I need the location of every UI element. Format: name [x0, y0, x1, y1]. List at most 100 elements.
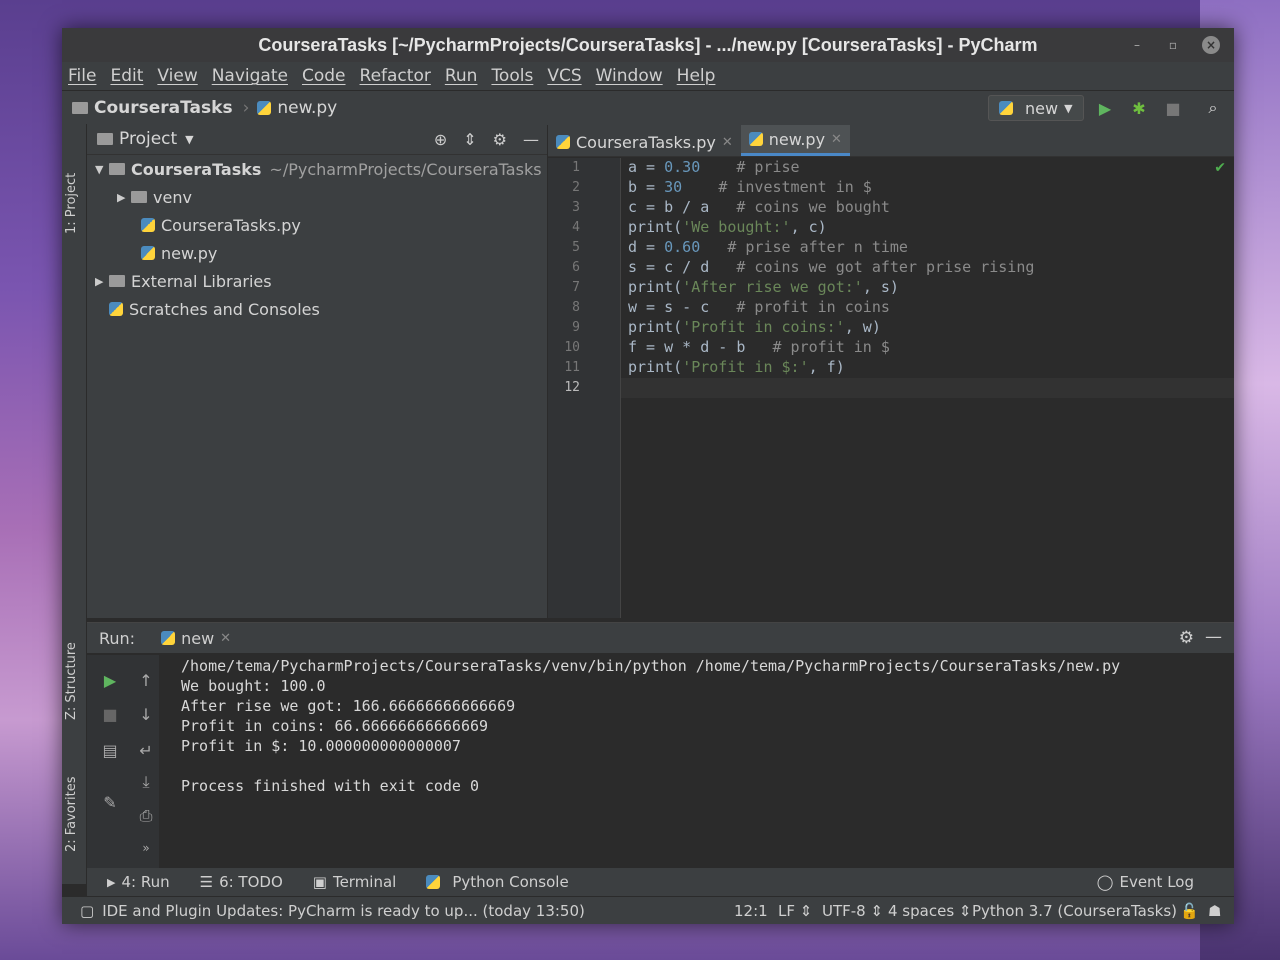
folder-icon [72, 102, 88, 114]
menu-run[interactable]: Run [445, 66, 478, 86]
locate-icon[interactable]: ⊕ [434, 130, 447, 149]
run-toolbar: ▶ ↑ ■ ↓ ▤ ↵ ⤓ ✎ ⎙ » [87, 655, 159, 869]
hide-icon[interactable]: — [523, 130, 539, 149]
scroll-to-end-icon[interactable]: ⤓ [135, 771, 157, 793]
left-tool-strip: 1: Project Z: Structure 2: Favorites [62, 124, 87, 884]
toggle-tool-windows-icon[interactable]: ▢ [80, 902, 94, 920]
close-tab-icon[interactable]: ✕ [831, 132, 842, 147]
tab-python-console[interactable]: Python Console [426, 873, 569, 891]
code-line: s = c / d # coins we got after prise ris… [628, 258, 1035, 276]
event-log-icon: ◯ [1096, 873, 1114, 891]
rerun-icon[interactable]: ▶ [99, 669, 121, 691]
console-output[interactable]: /home/tema/PycharmProjects/CourseraTasks… [181, 657, 1224, 797]
file-encoding[interactable]: UTF-8 ⇕ [822, 902, 883, 920]
tab-favorites[interactable]: 2: Favorites [64, 776, 79, 852]
layout-icon[interactable]: ▤ [99, 739, 121, 761]
run-icon[interactable]: ▶ [1094, 97, 1116, 119]
more-icon[interactable]: » [135, 837, 157, 859]
line-separator[interactable]: LF ⇕ [778, 902, 812, 920]
expand-right-icon[interactable]: ▶ [95, 275, 109, 288]
code-editor: CourseraTasks.py ✕ new.py ✕ 1 2 3 4 5 6 … [548, 124, 1234, 618]
menu-code[interactable]: Code [302, 66, 346, 86]
menu-file[interactable]: File [68, 66, 96, 86]
menu-tools[interactable]: Tools [491, 66, 533, 86]
menu-window[interactable]: Window [596, 66, 663, 86]
tree-item-external-libraries[interactable]: ▶ External Libraries [87, 267, 547, 295]
close-icon[interactable]: × [1202, 36, 1220, 54]
expand-down-icon[interactable]: ▼ [95, 163, 109, 176]
minimize-icon[interactable]: – [1128, 36, 1146, 54]
folder-icon [131, 191, 147, 203]
todo-icon: ☰ [199, 873, 214, 891]
project-panel-header: Project ▼ ⊕ ⇕ ⚙ — [87, 124, 547, 155]
tab-new-py[interactable]: new.py ✕ [740, 125, 850, 156]
event-log-button[interactable]: ◯ Event Log [1097, 873, 1194, 891]
status-bar: ▢ IDE and Plugin Updates: PyCharm is rea… [62, 896, 1234, 924]
tab-terminal[interactable]: ▣ Terminal [313, 873, 397, 891]
stop-icon[interactable]: ■ [99, 703, 121, 725]
tree-item-scratches[interactable]: Scratches and Consoles [87, 295, 547, 323]
breadcrumb-file[interactable]: new.py [257, 98, 337, 118]
tree-item-courseratasks-py[interactable]: CourseraTasks.py [87, 211, 547, 239]
menu-navigate[interactable]: Navigate [212, 66, 288, 86]
search-icon[interactable]: ⌕ [1202, 97, 1224, 119]
pin-icon[interactable]: ✎ [99, 791, 121, 813]
tree-item-venv[interactable]: ▶ venv [87, 183, 547, 211]
python-file-icon [748, 132, 763, 146]
code-line: print('Profit in coins:', w) [628, 318, 881, 336]
run-tab-new[interactable]: new [181, 629, 214, 648]
menu-view[interactable]: View [157, 66, 197, 86]
menu-edit[interactable]: Edit [110, 66, 143, 86]
code-line: w = s - c # profit in coins [628, 298, 890, 316]
code-line: print('Profit in $:', f) [628, 358, 845, 376]
up-arrow-icon[interactable]: ↑ [135, 669, 157, 691]
code-line: d = 0.60 # prise after n time [628, 238, 908, 256]
menu-vcs[interactable]: VCS [547, 66, 581, 86]
tab-run[interactable]: ▶ 4: Run [107, 873, 170, 891]
soft-wrap-icon[interactable]: ↵ [135, 739, 157, 761]
run-tool-window: Run: new ✕ ⚙ — ▶ ↑ ■ ↓ ▤ ↵ ⤓ ✎ ⎙ » /home… [87, 622, 1234, 869]
close-tab-icon[interactable]: ✕ [220, 631, 231, 646]
gear-icon[interactable]: ⚙ [493, 130, 507, 149]
gear-icon[interactable]: ⚙ [1179, 628, 1194, 648]
stop-icon[interactable]: ■ [1162, 97, 1184, 119]
folder-icon [109, 163, 125, 175]
chevron-down-icon[interactable]: ▼ [185, 133, 193, 146]
close-tab-icon[interactable]: ✕ [722, 135, 733, 150]
code-line: c = b / a # coins we bought [628, 198, 890, 216]
expand-right-icon[interactable]: ▶ [117, 191, 131, 204]
tab-todo[interactable]: ☰ 6: TODO [200, 873, 283, 891]
run-icon: ▶ [107, 875, 116, 889]
console-line: /home/tema/PycharmProjects/CourseraTasks… [181, 657, 1121, 675]
print-icon[interactable]: ⎙ [135, 805, 157, 827]
maximize-icon[interactable]: ▫ [1164, 36, 1182, 54]
project-view-select[interactable]: Project [119, 129, 177, 149]
interpreter-select[interactable]: Python 3.7 (CourseraTasks) [972, 902, 1177, 920]
bottom-tool-tabs: ▶ 4: Run ☰ 6: TODO ▣ Terminal Python Con… [87, 868, 1234, 896]
inspection-ok-icon: ✔ [1214, 160, 1226, 176]
collapse-icon[interactable]: ⇕ [463, 130, 476, 149]
down-arrow-icon[interactable]: ↓ [135, 703, 157, 725]
tab-courseratasks-py[interactable]: CourseraTasks.py ✕ [548, 128, 741, 156]
tab-structure[interactable]: Z: Structure [64, 642, 79, 720]
code-line: a = 0.30 # prise [628, 158, 800, 176]
caret-position[interactable]: 12:1 [734, 902, 768, 920]
run-configuration-select[interactable]: new ▼ [988, 95, 1084, 121]
status-message[interactable]: IDE and Plugin Updates: PyCharm is ready… [102, 902, 585, 920]
console-line: Process finished with exit code 0 [181, 777, 480, 795]
python-file-icon [556, 135, 570, 149]
inspector-icon[interactable]: ☗ [1208, 902, 1221, 920]
indent-setting[interactable]: 4 spaces ⇕ [888, 902, 971, 920]
hide-icon[interactable]: — [1205, 627, 1222, 647]
menu-help[interactable]: Help [677, 66, 716, 86]
debug-icon[interactable]: ✱ [1128, 97, 1150, 119]
tree-root[interactable]: ▼ CourseraTasks ~/PycharmProjects/Course… [87, 155, 547, 183]
tab-project[interactable]: 1: Project [64, 173, 79, 234]
breadcrumb-project[interactable]: CourseraTasks [72, 98, 233, 118]
chevron-down-icon: ▼ [1064, 101, 1073, 115]
console-line: After rise we got: 166.66666666666669 [181, 697, 516, 715]
code-line: print('After rise we got:', s) [628, 278, 899, 296]
menu-refactor[interactable]: Refactor [360, 66, 431, 86]
lock-icon[interactable]: 🔓 [1180, 902, 1199, 920]
tree-item-new-py[interactable]: new.py [87, 239, 547, 267]
